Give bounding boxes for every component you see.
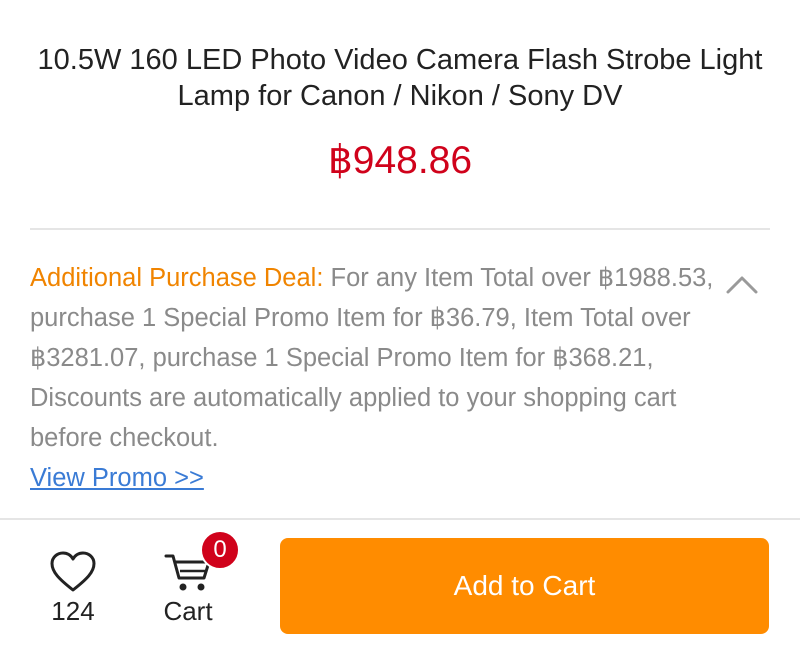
product-detail-page: 10.5W 160 LED Photo Video Camera Flash S…: [0, 0, 800, 648]
favorite-count: 124: [51, 596, 95, 626]
divider: [30, 228, 770, 230]
cart-count-badge: 0: [200, 530, 240, 570]
chevron-up-icon: [726, 276, 758, 294]
product-price: ฿948.86: [327, 139, 473, 182]
cart-label: Cart: [163, 596, 213, 626]
bottom-action-bar: 124 Cart 0 Add to Cart: [0, 520, 800, 648]
deal-text: For any Item Total over ฿1988.53, purcha…: [30, 264, 714, 452]
product-title: 10.5W 160 LED Photo Video Camera Flash S…: [37, 44, 763, 112]
deal-label: Additional Purchase Deal:: [30, 264, 324, 292]
heart-icon: [50, 551, 96, 592]
collapse-promo-button[interactable]: [722, 268, 762, 300]
view-promo-link[interactable]: View Promo >>: [30, 464, 204, 492]
add-to-cart-button[interactable]: Add to Cart: [280, 538, 769, 634]
favorite-button[interactable]: 124: [38, 550, 108, 630]
promo-section: Additional Purchase Deal: For any Item T…: [30, 258, 720, 498]
